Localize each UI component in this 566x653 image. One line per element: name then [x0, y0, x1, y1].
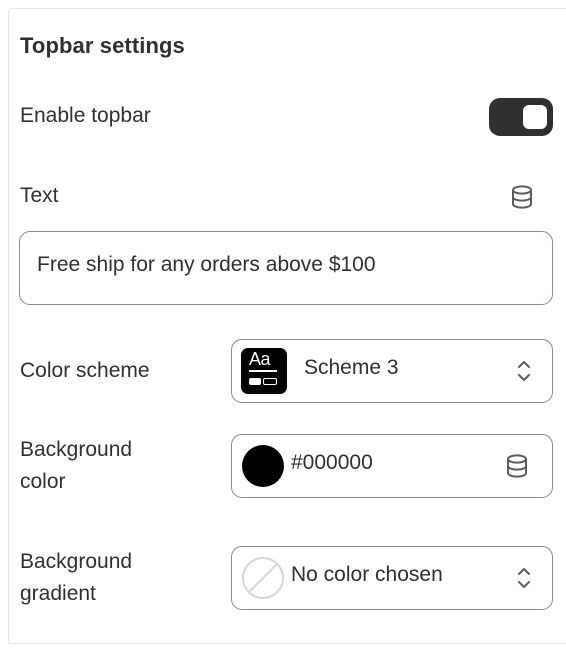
- database-icon[interactable]: [504, 453, 530, 479]
- background-color-label-line1: Background: [20, 438, 133, 461]
- enable-topbar-toggle[interactable]: [489, 98, 553, 136]
- no-color-slash: [246, 559, 282, 595]
- color-swatch-black[interactable]: [242, 445, 284, 487]
- background-color-value: #000000: [291, 451, 373, 474]
- no-color-icon: [242, 557, 284, 599]
- background-color-field[interactable]: #000000: [231, 434, 553, 498]
- text-label: Text: [20, 184, 59, 207]
- color-scheme-select[interactable]: Aa Scheme 3: [231, 339, 553, 403]
- background-gradient-value: No color chosen: [291, 563, 443, 586]
- swatch-underline: [249, 370, 277, 372]
- database-icon[interactable]: [509, 184, 535, 210]
- background-gradient-select[interactable]: No color chosen: [231, 546, 553, 610]
- topbar-text-value: Free ship for any orders above $100: [37, 253, 376, 276]
- background-color-label-line2: color: [20, 470, 66, 493]
- swatch-button-outline: [263, 378, 277, 385]
- section-title: Topbar settings: [20, 33, 185, 58]
- color-scheme-swatch-icon: Aa: [241, 348, 287, 394]
- toggle-knob: [523, 105, 547, 129]
- background-gradient-label-line1: Background: [20, 550, 133, 573]
- color-scheme-value: Scheme 3: [304, 356, 399, 379]
- chevron-up-down-icon: [515, 564, 533, 592]
- chevron-up-down-icon: [515, 357, 533, 385]
- swatch-button-solid: [249, 378, 261, 385]
- color-scheme-label: Color scheme: [20, 359, 150, 382]
- swatch-aa-text: Aa: [249, 349, 271, 369]
- enable-topbar-label: Enable topbar: [20, 104, 151, 127]
- background-gradient-label-line2: gradient: [20, 582, 96, 605]
- topbar-text-input[interactable]: Free ship for any orders above $100: [19, 231, 553, 305]
